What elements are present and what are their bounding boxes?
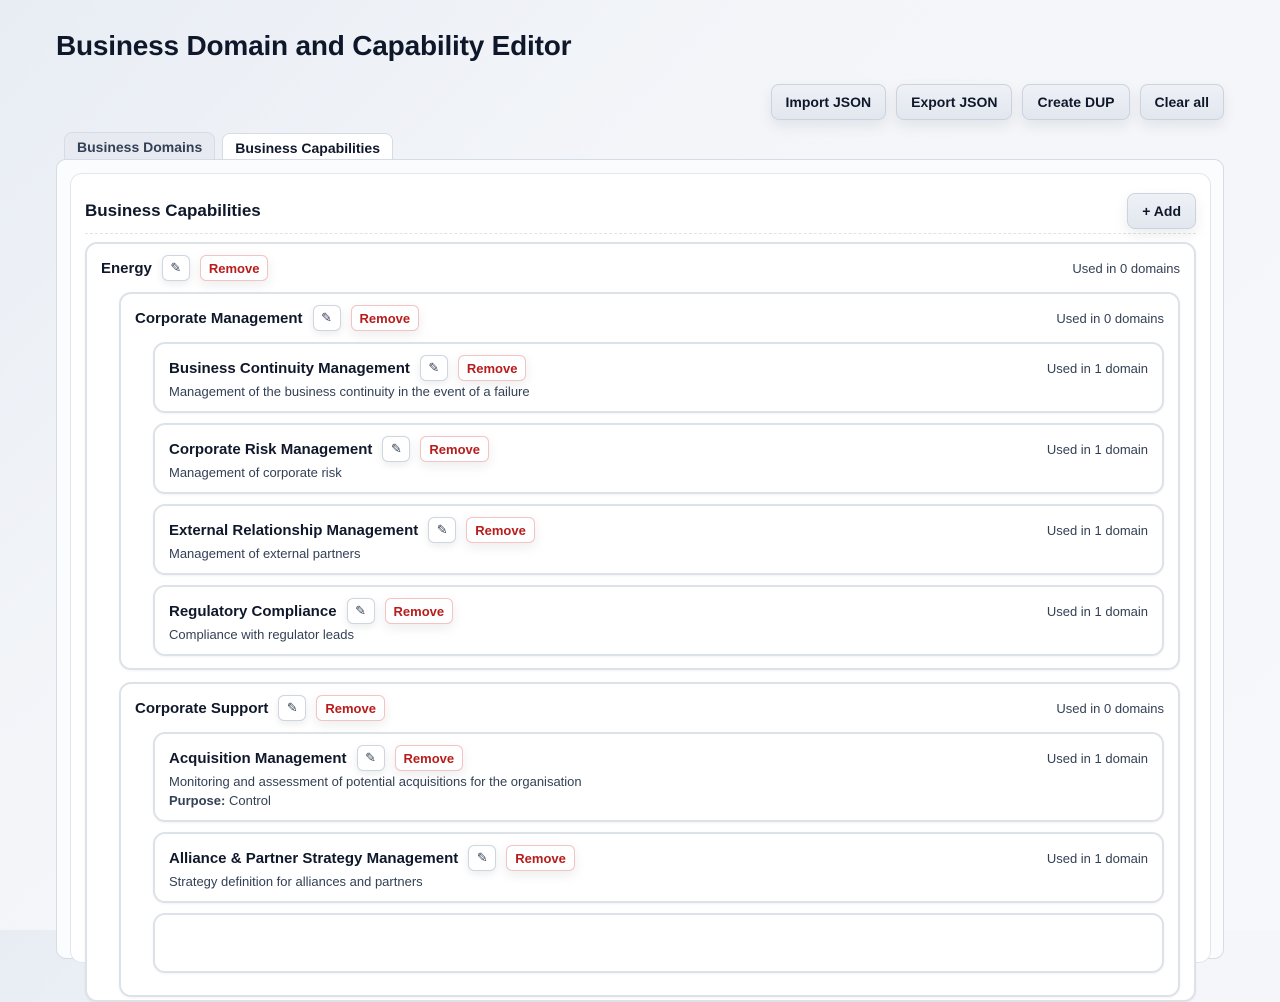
clear-all-button[interactable]: Clear all (1139, 84, 1224, 120)
tab-bar: Business Domains Business Capabilities (64, 132, 393, 161)
pencil-icon: ✎ (428, 360, 440, 376)
pencil-icon: ✎ (286, 700, 298, 716)
capability-row: Corporate Management ✎ Remove Used in 0 … (135, 294, 1164, 342)
usage-count: Used in 1 domain (1046, 750, 1148, 766)
capability-name: Regulatory Compliance (169, 602, 337, 620)
pencil-icon: ✎ (390, 441, 402, 457)
capability-name: External Relationship Management (169, 521, 419, 539)
export-json-button[interactable]: Export JSON (896, 84, 1013, 120)
card-title: Business Capabilities (85, 200, 261, 220)
edit-button[interactable]: ✎ (428, 517, 457, 543)
edit-button[interactable]: ✎ (468, 845, 497, 871)
edit-button[interactable]: ✎ (278, 695, 307, 721)
remove-button[interactable]: Remove (457, 355, 527, 381)
capability-corporate-risk-management: Corporate Risk Management ✎ Remove Used … (153, 423, 1164, 494)
pencil-icon: ✎ (476, 850, 488, 866)
capability-name: Corporate Support (135, 699, 269, 717)
capability-business-continuity-management: Business Continuity Management ✎ Remove … (153, 342, 1164, 413)
usage-count: Used in 1 domain (1046, 850, 1148, 866)
edit-button[interactable]: ✎ (419, 355, 448, 381)
capability-regulatory-compliance: Regulatory Compliance ✎ Remove Used in 1… (153, 585, 1164, 656)
edit-button[interactable]: ✎ (346, 598, 375, 624)
remove-button[interactable]: Remove (506, 845, 575, 871)
create-dup-button[interactable]: Create DUP (1022, 84, 1130, 120)
tab-panel: Business Capabilities + Add Energy ✎ Rem… (56, 159, 1224, 1002)
capability-description: Management of external partners (169, 546, 361, 561)
usage-count: Used in 0 domains (1056, 310, 1164, 326)
edit-button[interactable]: ✎ (382, 436, 411, 462)
capability-next (153, 913, 1164, 973)
capability-name: Corporate Risk Management (169, 440, 373, 458)
usage-count: Used in 1 domain (1046, 603, 1148, 619)
remove-button[interactable]: Remove (316, 695, 385, 721)
usage-count: Used in 0 domains (1072, 260, 1180, 276)
import-json-button[interactable]: Import JSON (770, 84, 887, 120)
edit-button[interactable]: ✎ (356, 745, 385, 771)
capability-description: Management of the business continuity in… (169, 384, 530, 399)
page-title: Business Domain and Capability Editor (56, 30, 572, 61)
capability-row: Corporate Support ✎ Remove Used in 0 dom… (135, 684, 1164, 732)
capability-acquisition-management: Acquisition Management ✎ Remove Used in … (153, 732, 1164, 822)
add-capability-button[interactable]: + Add (1127, 192, 1196, 229)
card-header: Business Capabilities + Add (85, 188, 1196, 234)
usage-count: Used in 1 domain (1046, 441, 1148, 457)
purpose-value: Control (228, 793, 271, 808)
capability-name: Energy (101, 259, 152, 277)
capability-description: Strategy definition for alliances and pa… (169, 874, 423, 889)
capability-description: Compliance with regulator leads (169, 627, 354, 642)
capability-corporate-management: Corporate Management ✎ Remove Used in 0 … (119, 292, 1180, 670)
pencil-icon: ✎ (436, 522, 448, 538)
capability-name: Business Continuity Management (169, 359, 410, 377)
capability-name: Corporate Management (135, 309, 303, 327)
edit-button[interactable]: ✎ (312, 305, 341, 331)
capability-purpose: Purpose: Control (169, 791, 1148, 810)
capability-description: Management of corporate risk (169, 465, 342, 480)
purpose-label: Purpose: (169, 793, 226, 808)
capability-description: Monitoring and assessment of potential a… (169, 774, 582, 789)
pencil-icon: ✎ (321, 310, 332, 326)
tab-business-domains[interactable]: Business Domains (64, 132, 216, 160)
capability-alliance-partner-strategy-management: Alliance & Partner Strategy Management ✎… (153, 832, 1164, 903)
capability-energy: Energy ✎ Remove Used in 0 domains Corpor… (85, 242, 1196, 1002)
capabilities-card: Business Capabilities + Add Energy ✎ Rem… (70, 173, 1211, 1002)
edit-button[interactable]: ✎ (161, 255, 190, 281)
remove-button[interactable]: Remove (466, 517, 535, 543)
remove-button[interactable]: Remove (384, 598, 454, 624)
capability-name: Acquisition Management (169, 749, 347, 767)
tab-business-capabilities[interactable]: Business Capabilities (222, 133, 393, 161)
remove-button[interactable]: Remove (199, 255, 269, 281)
remove-button[interactable]: Remove (394, 745, 464, 771)
capability-external-relationship-management: External Relationship Management ✎ Remov… (153, 504, 1164, 575)
capability-name: Alliance & Partner Strategy Management (169, 849, 459, 867)
pencil-icon: ✎ (170, 260, 182, 276)
pencil-icon: ✎ (355, 603, 366, 619)
remove-button[interactable]: Remove (350, 305, 420, 331)
remove-button[interactable]: Remove (420, 436, 489, 462)
usage-count: Used in 0 domains (1056, 700, 1164, 716)
capability-corporate-support: Corporate Support ✎ Remove Used in 0 dom… (119, 682, 1180, 997)
toolbar: Import JSON Export JSON Create DUP Clear… (770, 84, 1224, 120)
capability-row: Energy ✎ Remove Used in 0 domains (101, 244, 1180, 292)
usage-count: Used in 1 domain (1046, 522, 1148, 538)
usage-count: Used in 1 domain (1046, 360, 1148, 376)
pencil-icon: ✎ (365, 750, 376, 766)
